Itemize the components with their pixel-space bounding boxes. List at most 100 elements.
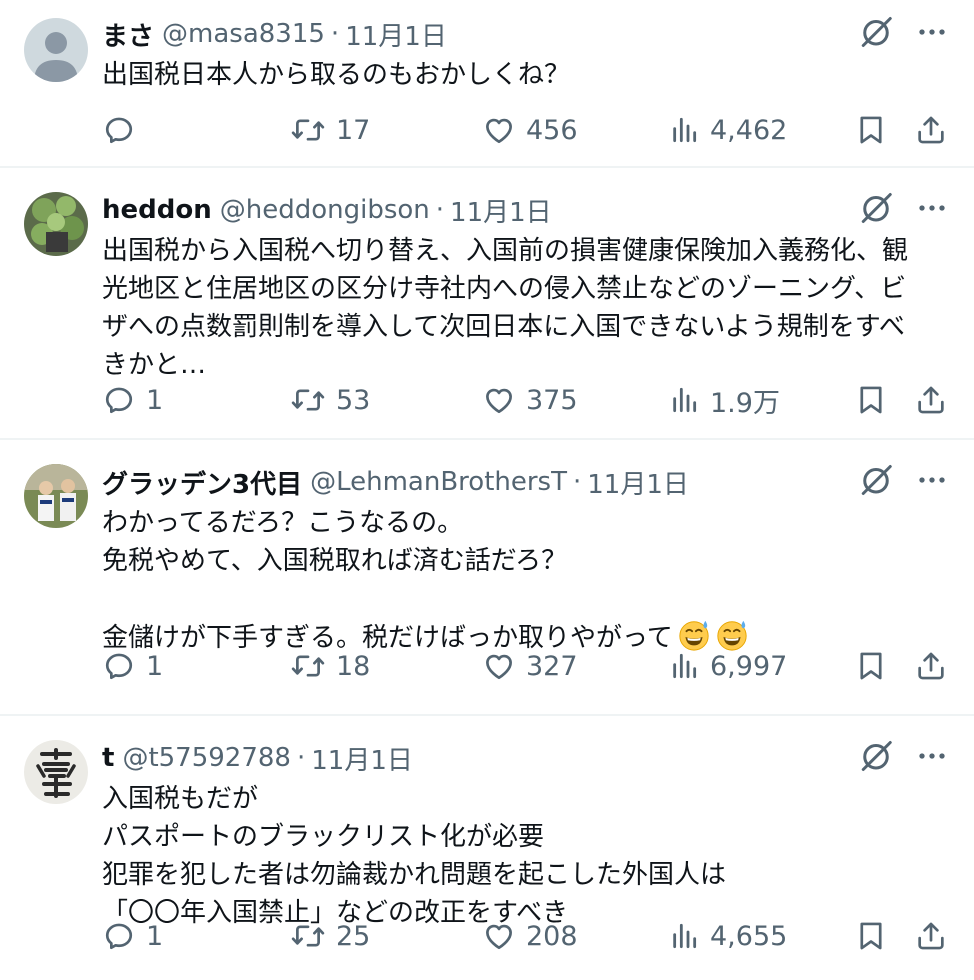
tweet-date[interactable]: 11月1日 xyxy=(311,740,413,777)
like-button[interactable]: 375 xyxy=(482,383,578,417)
retweet-button[interactable]: 18 xyxy=(290,649,370,683)
avatar[interactable] xyxy=(24,464,88,528)
display-name[interactable]: t xyxy=(102,743,114,773)
retweet-button[interactable]: 53 xyxy=(290,383,370,417)
tweet-date[interactable]: 11月1日 xyxy=(345,16,447,53)
tweet-header: グラッデン3代目 @LehmanBrothersT · 11月1日 xyxy=(102,462,944,502)
share-button[interactable] xyxy=(914,383,948,417)
heart-icon xyxy=(482,919,516,953)
reply-button[interactable]: 1 xyxy=(102,383,163,417)
display-name[interactable]: heddon xyxy=(102,195,212,225)
reply-count: 1 xyxy=(146,650,164,682)
share-button[interactable] xyxy=(914,113,948,147)
view-count: 4,655 xyxy=(710,920,788,952)
user-handle[interactable]: @LehmanBrothersT xyxy=(310,467,567,497)
view-count: 6,997 xyxy=(710,650,788,682)
grok-icon[interactable] xyxy=(858,14,894,50)
separator-dot: · xyxy=(435,195,445,225)
tweet-actions: 1 25 208 4,655 xyxy=(102,916,948,956)
views-chart-icon xyxy=(668,383,700,417)
share-icon xyxy=(914,113,948,147)
retweet-icon xyxy=(290,383,326,417)
reply-feed: まさ @masa8315 · 11月1日 出国税日本人から取るのもおかしくね？ … xyxy=(0,0,974,980)
tweet-header: heddon @heddongibson · 11月1日 xyxy=(102,190,944,230)
tweet[interactable]: heddon @heddongibson · 11月1日 出国税から入国税へ切り… xyxy=(0,168,974,440)
tweet-date[interactable]: 11月1日 xyxy=(450,192,552,229)
tweet-text: 入国税もだが パスポートのブラックリスト化が必要 犯罪を犯した者は勿論裁かれ問題… xyxy=(102,784,727,928)
share-icon xyxy=(914,919,948,953)
bookmark-icon xyxy=(854,649,888,683)
tweet-header-actions xyxy=(858,14,948,50)
like-count: 208 xyxy=(526,920,578,952)
separator-dot: · xyxy=(330,19,340,49)
reply-button[interactable]: 1 xyxy=(102,919,163,953)
grok-icon[interactable] xyxy=(858,738,894,774)
views-button[interactable]: 6,997 xyxy=(668,649,787,683)
views-chart-icon xyxy=(668,919,700,953)
tweet-header: まさ @masa8315 · 11月1日 xyxy=(102,14,944,54)
separator-dot: · xyxy=(572,467,582,497)
tweet-header-actions xyxy=(858,190,948,226)
bookmark-button[interactable] xyxy=(854,919,888,953)
avatar[interactable] xyxy=(24,192,88,256)
more-options-icon[interactable] xyxy=(916,464,948,496)
avatar[interactable] xyxy=(24,18,88,82)
tweet-header-actions xyxy=(858,462,948,498)
user-handle[interactable]: @heddongibson xyxy=(220,195,430,225)
user-handle[interactable]: @t57592788 xyxy=(122,743,291,773)
views-button[interactable]: 1.9万 xyxy=(668,381,780,420)
reply-count: 1 xyxy=(146,384,164,416)
grok-icon[interactable] xyxy=(858,190,894,226)
display-name[interactable]: まさ xyxy=(102,16,154,53)
retweet-icon xyxy=(290,113,326,147)
share-icon xyxy=(914,649,948,683)
user-handle[interactable]: @masa8315 xyxy=(162,19,325,49)
heart-icon xyxy=(482,649,516,683)
views-button[interactable]: 4,655 xyxy=(668,919,787,953)
share-button[interactable] xyxy=(914,649,948,683)
bookmark-icon xyxy=(854,919,888,953)
share-button[interactable] xyxy=(914,919,948,953)
bookmark-button[interactable] xyxy=(854,649,888,683)
tweet-actions: 1 53 375 1.9万 xyxy=(102,380,948,420)
retweet-count: 25 xyxy=(336,920,371,952)
retweet-button[interactable]: 25 xyxy=(290,919,370,953)
tweet-date[interactable]: 11月1日 xyxy=(587,464,689,501)
reply-button[interactable] xyxy=(102,113,146,147)
like-button[interactable]: 327 xyxy=(482,649,578,683)
tweet-actions: 1 18 327 6,997 xyxy=(102,646,948,686)
reply-icon xyxy=(102,919,136,953)
tweet-actions: 17 456 4,462 xyxy=(102,110,948,150)
retweet-icon xyxy=(290,649,326,683)
grok-icon[interactable] xyxy=(858,462,894,498)
like-count: 375 xyxy=(526,384,578,416)
share-icon xyxy=(914,383,948,417)
display-name[interactable]: グラッデン3代目 xyxy=(102,464,302,501)
tweet[interactable]: t @t57592788 · 11月1日 入国税もだが パスポートのブラックリス… xyxy=(0,716,974,980)
like-count: 456 xyxy=(526,114,578,146)
retweet-icon xyxy=(290,919,326,953)
bookmark-button[interactable] xyxy=(854,383,888,417)
bookmark-icon xyxy=(854,383,888,417)
retweet-button[interactable]: 17 xyxy=(290,113,370,147)
like-button[interactable]: 456 xyxy=(482,113,578,147)
retweet-count: 18 xyxy=(336,650,371,682)
more-options-icon[interactable] xyxy=(916,192,948,224)
view-count: 1.9万 xyxy=(710,387,780,419)
avatar[interactable] xyxy=(24,740,88,804)
views-button[interactable]: 4,462 xyxy=(668,113,787,147)
tweet-text: わかってるだろ？こうなるの。 免税やめて、入国税取れば済む話だろ？ 金儲けが下手… xyxy=(102,504,944,657)
views-chart-icon xyxy=(668,113,700,147)
like-button[interactable]: 208 xyxy=(482,919,578,953)
tweet[interactable]: グラッデン3代目 @LehmanBrothersT · 11月1日 わかってるだ… xyxy=(0,440,974,716)
reply-button[interactable]: 1 xyxy=(102,649,163,683)
tweet[interactable]: まさ @masa8315 · 11月1日 出国税日本人から取るのもおかしくね？ … xyxy=(0,0,974,168)
heart-icon xyxy=(482,113,516,147)
bookmark-button[interactable] xyxy=(854,113,888,147)
more-options-icon[interactable] xyxy=(916,16,948,48)
tweet-text: 出国税から入国税へ切り替え、入国前の損害健康保険加入義務化、観 光地区と住居地区… xyxy=(102,236,909,380)
more-options-icon[interactable] xyxy=(916,740,948,772)
reply-icon xyxy=(102,649,136,683)
tweet-header-actions xyxy=(858,738,948,774)
heart-icon xyxy=(482,383,516,417)
